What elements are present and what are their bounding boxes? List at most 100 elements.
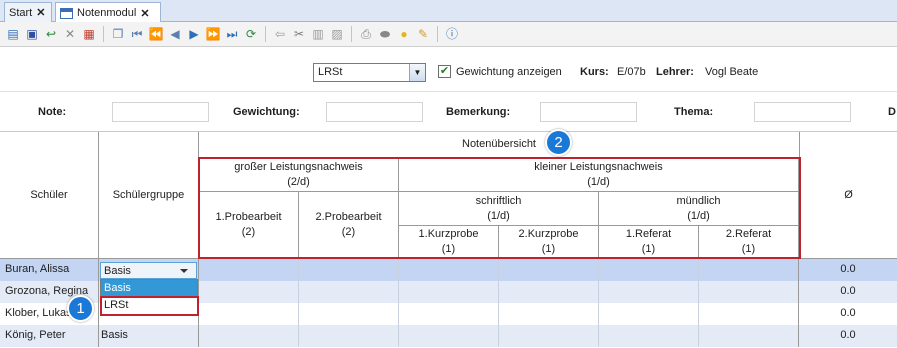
prev-icon[interactable]: ◀ <box>166 25 184 43</box>
grade-cell[interactable] <box>399 281 499 303</box>
tab-notenmodul[interactable]: Notenmodul ✕ <box>55 2 161 23</box>
col-header-schueler[interactable]: Schüler <box>0 132 99 259</box>
grade-cell[interactable] <box>199 259 299 281</box>
entry-fields: Note: Gewichtung: Bemerkung: Thema: D <box>0 92 897 132</box>
save-icon[interactable]: ▣ <box>23 25 41 43</box>
export-icon[interactable]: ▦ <box>80 25 98 43</box>
grade-cell[interactable] <box>299 325 399 347</box>
overview-label: Notenübersicht <box>462 138 536 150</box>
undo-icon[interactable]: ↩ <box>42 25 60 43</box>
gewichtung-label: Gewichtung: <box>233 106 300 118</box>
calendar-icon <box>60 7 73 19</box>
grade-cell[interactable] <box>699 303 799 325</box>
grade-cell[interactable] <box>499 281 599 303</box>
course-select[interactable]: LRSt ▼ <box>313 63 426 82</box>
next-page-icon[interactable]: ⏩ <box>204 25 222 43</box>
col-header-gruppe-label: Schülergruppe <box>112 188 185 201</box>
overview-header: Notenübersicht <box>199 132 799 158</box>
grade-cell[interactable] <box>399 325 499 347</box>
grade-cell[interactable] <box>199 281 299 303</box>
annotation-highlight-lrst <box>100 296 199 316</box>
grade-cell[interactable] <box>599 259 699 281</box>
back-icon[interactable]: ⇦ <box>271 25 289 43</box>
toolbar-separator <box>265 26 266 42</box>
cut-icon[interactable]: ✂ <box>290 25 308 43</box>
thema-input[interactable] <box>754 102 851 122</box>
cut-off-label: D <box>888 106 896 118</box>
bemerkung-label: Bemerkung: <box>446 106 511 118</box>
gewichtung-input[interactable] <box>326 102 423 122</box>
grade-cell[interactable] <box>299 281 399 303</box>
bemerkung-input[interactable] <box>540 102 637 122</box>
note-input[interactable] <box>112 102 209 122</box>
table-row[interactable]: König, Peter Basis 0.0 <box>0 325 897 347</box>
toolbar-separator <box>351 26 352 42</box>
grade-cell[interactable] <box>699 259 799 281</box>
chevron-down-icon[interactable]: ▼ <box>409 64 425 81</box>
group-dropdown[interactable]: Basis <box>100 262 197 279</box>
grade-cell[interactable] <box>499 325 599 347</box>
weighting-label: Gewichtung anzeigen <box>456 66 562 78</box>
group-dropdown-value: Basis <box>104 265 131 277</box>
grade-cell[interactable] <box>599 281 699 303</box>
close-icon[interactable]: ✕ <box>36 6 45 19</box>
grade-cell[interactable] <box>599 325 699 347</box>
grade-cell[interactable] <box>199 325 299 347</box>
filter-row: LRSt ▼ ✔ Gewichtung anzeigen Kurs: E/07b… <box>0 47 897 92</box>
toolbar: ▤ ▣ ↩ ✕ ▦ ❐ ⏮ ⏪ ◀ ▶ ⏩ ⏭ ⟳ ⇦ ✂ ▥ ▨ ⎙ ⬬ ● … <box>0 22 897 47</box>
annotation-highlight-header <box>198 157 801 259</box>
chevron-down-icon[interactable] <box>180 269 188 273</box>
grade-cell[interactable] <box>399 303 499 325</box>
grade-cell[interactable] <box>199 303 299 325</box>
last-icon[interactable]: ⏭ <box>223 25 241 43</box>
annotation-badge-2: 2 <box>545 129 572 156</box>
average-value: 0.0 <box>840 307 856 319</box>
toolbar-separator <box>103 26 104 42</box>
thema-label: Thema: <box>674 106 714 118</box>
col-header-average[interactable]: Ø <box>799 132 897 259</box>
grade-cell[interactable] <box>299 303 399 325</box>
bulb-icon[interactable]: ● <box>395 25 413 43</box>
help-icon[interactable]: ⓘ <box>443 25 461 43</box>
tab-start-label: Start <box>9 6 33 19</box>
average-value: 0.0 <box>840 329 856 341</box>
first-icon[interactable]: ⏮ <box>128 25 146 43</box>
tab-start[interactable]: Start ✕ <box>4 2 52 22</box>
student-name: Buran, Alissa <box>0 259 99 281</box>
col-header-gruppe[interactable]: Schülergruppe <box>99 132 199 259</box>
weighting-checkbox[interactable]: ✔ <box>438 65 451 78</box>
tab-bar: Start ✕ Notenmodul ✕ <box>0 0 897 23</box>
average-value: 0.0 <box>840 263 856 275</box>
grade-cell[interactable] <box>399 259 499 281</box>
annotation-badge-1: 1 <box>67 295 94 322</box>
col-header-schueler-label: Schüler <box>30 188 68 201</box>
student-group[interactable]: Basis <box>99 325 199 347</box>
grade-cell[interactable] <box>699 325 799 347</box>
kurs-value: E/07b <box>617 66 646 78</box>
paste-icon[interactable]: ▨ <box>328 25 346 43</box>
new-icon[interactable]: ▤ <box>4 25 22 43</box>
grade-cell[interactable] <box>499 259 599 281</box>
prev-page-icon[interactable]: ⏪ <box>147 25 165 43</box>
course-select-value: LRSt <box>318 66 343 78</box>
average-value: 0.0 <box>840 285 856 297</box>
grade-cell[interactable] <box>699 281 799 303</box>
grade-cell[interactable] <box>499 303 599 325</box>
close-icon[interactable]: ✕ <box>140 7 149 20</box>
student-name: König, Peter <box>0 325 99 347</box>
copy-icon[interactable]: ❐ <box>109 25 127 43</box>
delete-icon[interactable]: ✕ <box>61 25 79 43</box>
refresh-icon[interactable]: ⟳ <box>242 25 260 43</box>
brush-icon[interactable]: ✎ <box>414 25 432 43</box>
tab-notenmodul-label: Notenmodul <box>77 7 137 19</box>
grade-cell[interactable] <box>299 259 399 281</box>
lehrer-value: Vogl Beate <box>705 66 759 78</box>
clipboard-icon[interactable]: ▥ <box>309 25 327 43</box>
next-icon[interactable]: ▶ <box>185 25 203 43</box>
grade-cell[interactable] <box>599 303 699 325</box>
stop-icon[interactable]: ⬬ <box>376 25 394 43</box>
kurs-label: Kurs: <box>580 66 609 78</box>
print-icon[interactable]: ⎙ <box>357 25 375 43</box>
lehrer-label: Lehrer: <box>656 66 694 78</box>
dropdown-option-basis[interactable]: Basis <box>101 280 197 297</box>
